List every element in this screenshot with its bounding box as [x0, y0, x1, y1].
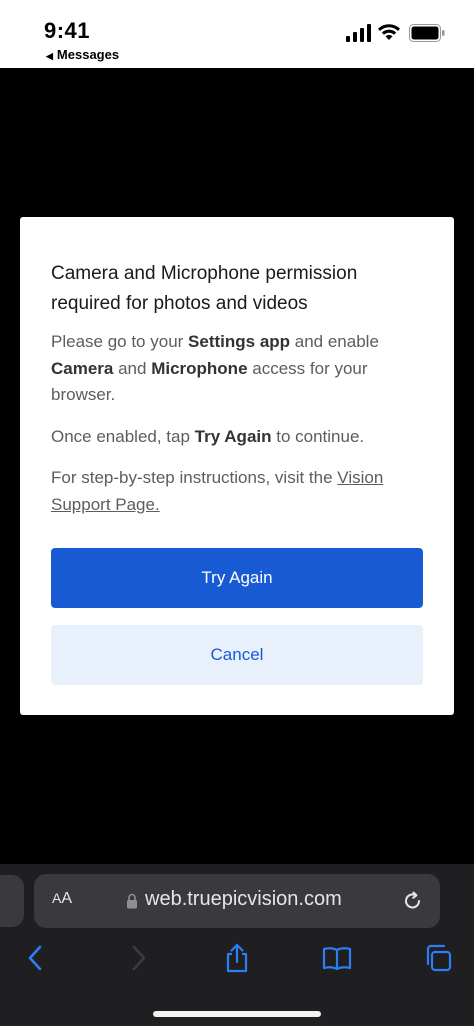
bookmarks-icon[interactable] — [322, 943, 352, 973]
home-indicator[interactable] — [153, 1011, 321, 1017]
wifi-icon — [378, 24, 400, 40]
try-again-paragraph: Once enabled, tap Try Again to continue. — [51, 424, 431, 451]
status-time: 9:41 — [44, 18, 91, 43]
aa-small: A — [52, 890, 62, 906]
lock-icon — [127, 893, 137, 909]
address-bar[interactable]: AA web.truepicvision.com — [34, 874, 440, 928]
status-bar: 9:41 ◀ Messages — [0, 0, 474, 68]
back-to-app-link[interactable]: ◀ Messages — [46, 47, 119, 62]
permission-dialog: Camera and Microphone permission require… — [20, 217, 454, 715]
microphone-text: Microphone — [151, 358, 248, 378]
forward-icon[interactable] — [123, 943, 153, 973]
try-again-text: Try Again — [194, 426, 272, 446]
try-again-button[interactable]: Try Again — [51, 548, 423, 608]
back-app-label: Messages — [56, 47, 120, 62]
share-icon[interactable] — [222, 943, 252, 973]
dialog-title: Camera and Microphone permission require… — [51, 263, 358, 314]
p3-prefix: For step-by-step instructions, visit the — [51, 468, 338, 487]
back-icon[interactable] — [21, 943, 51, 973]
text-size-button[interactable]: AA — [52, 890, 72, 908]
p2-suffix: to continue. — [271, 426, 365, 446]
url-text: web.truepicvision.com — [145, 888, 342, 910]
tabs-icon[interactable] — [423, 943, 453, 973]
aa-big: A — [61, 890, 73, 907]
cancel-button[interactable]: Cancel — [51, 625, 423, 685]
cellular-signal-icon — [346, 24, 371, 42]
p2-prefix: Once enabled, tap — [51, 426, 195, 446]
previous-tab-peek[interactable] — [0, 875, 24, 927]
p1-and: and — [113, 358, 152, 378]
camera-text: Camera — [51, 358, 114, 378]
instructions-paragraph: Please go to your Settings app and enabl… — [51, 329, 431, 409]
battery-icon — [409, 24, 445, 42]
p1-prefix: Please go to your — [51, 332, 189, 351]
settings-app-text: Settings app — [188, 332, 291, 351]
support-paragraph: For step-by-step instructions, visit the… — [51, 465, 431, 518]
reload-icon[interactable] — [402, 890, 424, 912]
dialog-body: Please go to your Settings app and enabl… — [51, 329, 431, 533]
back-triangle-icon: ◀ — [46, 51, 53, 61]
p1-mid: and enable — [290, 332, 379, 351]
